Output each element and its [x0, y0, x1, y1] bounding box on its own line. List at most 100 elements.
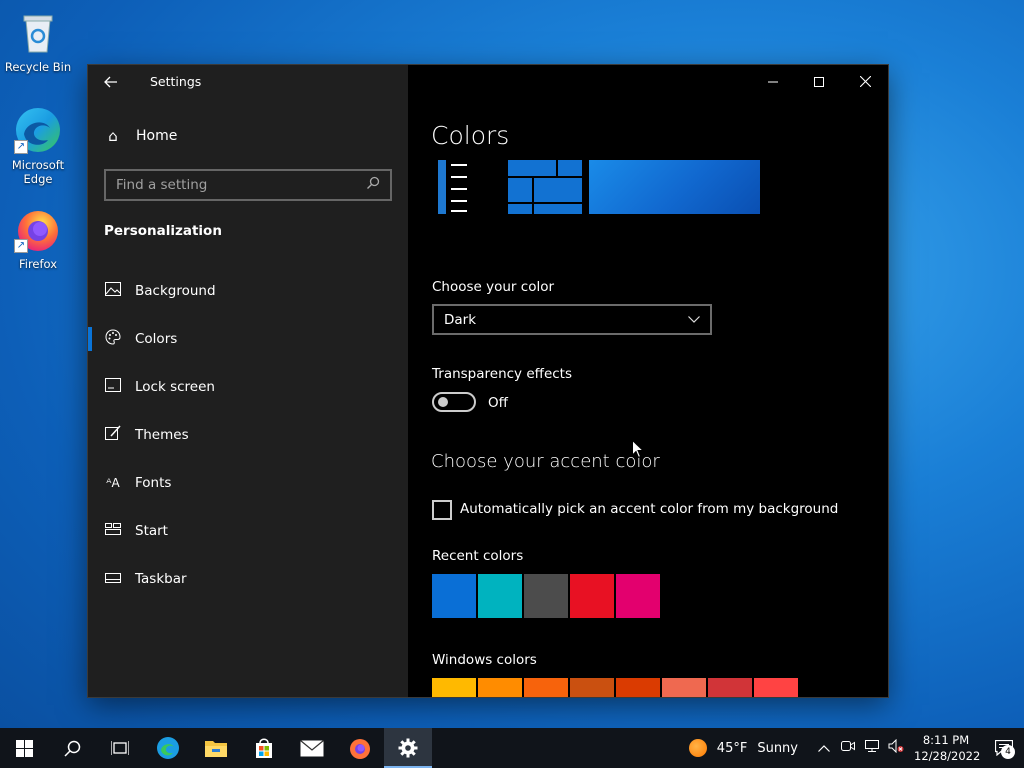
desktop-icon-recycle-bin[interactable]: Recycle Bin [0, 8, 76, 74]
auto-pick-checkbox[interactable] [432, 500, 452, 520]
taskbar: 45°F Sunny 8:11 PM 12/28/2022 4 [0, 728, 1024, 768]
transparency-toggle[interactable] [432, 392, 476, 412]
recent-color-swatch[interactable] [432, 574, 476, 618]
search-icon[interactable] [366, 176, 380, 194]
home-icon: ⌂ [108, 127, 118, 145]
sidebar-item-label: Themes [135, 427, 189, 443]
mail-icon[interactable] [288, 728, 336, 768]
file-explorer-icon[interactable] [192, 728, 240, 768]
search-input[interactable] [116, 177, 366, 193]
desktop-icon-label: Firefox [18, 257, 58, 271]
lock-screen-icon [104, 378, 122, 396]
windows-color-swatch[interactable] [432, 678, 476, 697]
fonts-icon: ᴬA [106, 476, 120, 490]
preview-tiles [508, 160, 583, 214]
sidebar-item-label: Lock screen [135, 379, 215, 395]
themes-icon [104, 425, 122, 445]
auto-pick-label: Automatically pick an accent color from … [460, 501, 839, 517]
sidebar-item-background[interactable]: Background [88, 267, 408, 315]
weather-widget[interactable]: 45°F Sunny [688, 739, 798, 757]
transparency-label: Transparency effects [432, 366, 572, 382]
back-arrow-icon[interactable] [96, 69, 126, 95]
recent-color-swatch[interactable] [478, 574, 522, 618]
toggle-knob [438, 397, 448, 407]
weather-temp: 45°F [716, 740, 748, 756]
action-center-button[interactable]: 4 [984, 728, 1024, 768]
microsoft-store-icon[interactable] [240, 728, 288, 768]
weather-condition: Sunny [757, 740, 798, 756]
chevron-down-icon [688, 312, 700, 327]
firefox-icon: ↗ [14, 205, 62, 253]
recycle-bin-icon [14, 8, 62, 56]
sidebar-item-taskbar[interactable]: Taskbar [88, 555, 408, 603]
choose-color-label: Choose your color [432, 279, 555, 295]
desktop-icon-label: Recycle Bin [4, 60, 72, 74]
taskbar-icon [104, 571, 122, 587]
recent-colors-swatches [432, 574, 660, 618]
search-taskbar-icon[interactable] [48, 728, 96, 768]
network-icon[interactable] [860, 740, 884, 756]
page-title: Colors [431, 121, 510, 150]
windows-color-swatch[interactable] [616, 678, 660, 697]
personalization-nav: Background Colors Lock screen Themes ᴬA … [88, 267, 408, 603]
recent-colors-label: Recent colors [432, 548, 524, 564]
sidebar-item-colors[interactable]: Colors [88, 315, 408, 363]
chevron-up-icon[interactable] [812, 741, 836, 756]
sidebar-item-label: Start [135, 523, 168, 539]
windows-color-swatch[interactable] [524, 678, 568, 697]
settings-taskbar-icon[interactable] [384, 728, 432, 768]
sidebar-item-lock-screen[interactable]: Lock screen [88, 363, 408, 411]
window-title: Settings [150, 74, 202, 89]
personalization-heading: Personalization [104, 223, 222, 239]
windows-colors-label: Windows colors [432, 652, 537, 668]
windows-color-swatch[interactable] [478, 678, 522, 697]
recent-color-swatch[interactable] [616, 574, 660, 618]
clock-date: 12/28/2022 [914, 749, 981, 763]
shortcut-arrow-icon: ↗ [14, 140, 28, 154]
settings-window: ⌂ Home Personalization Background Colors [88, 65, 888, 697]
recent-color-swatch[interactable] [570, 574, 614, 618]
volume-muted-icon[interactable] [884, 738, 908, 757]
shortcut-arrow-icon: ↗ [14, 239, 28, 253]
edge-icon: ↗ [14, 106, 62, 154]
settings-sidebar: ⌂ Home Personalization Background Colors [88, 65, 408, 697]
sidebar-item-label: Taskbar [135, 571, 187, 587]
choose-color-value: Dark [444, 311, 477, 328]
windows-colors-swatches [432, 678, 798, 697]
system-tray: 45°F Sunny 8:11 PM 12/28/2022 4 [688, 728, 1024, 768]
transparency-state: Off [488, 395, 508, 411]
windows-color-swatch[interactable] [570, 678, 614, 697]
sidebar-item-label: Fonts [135, 475, 172, 491]
sidebar-item-label: Colors [135, 331, 178, 347]
windows-color-swatch[interactable] [662, 678, 706, 697]
firefox-taskbar-icon[interactable] [336, 728, 384, 768]
windows-color-swatch[interactable] [708, 678, 752, 697]
sidebar-item-label: Background [135, 283, 216, 299]
accent-color-heading: Choose your accent color [431, 451, 660, 472]
find-setting-search[interactable] [104, 169, 392, 201]
desktop-icon-firefox[interactable]: ↗ Firefox [0, 205, 76, 271]
recent-color-swatch[interactable] [524, 574, 568, 618]
notification-count-badge: 4 [1001, 745, 1015, 759]
edge-taskbar-icon[interactable] [144, 728, 192, 768]
palette-icon [104, 329, 122, 349]
preview-wallpaper [589, 160, 760, 214]
sun-icon [688, 739, 707, 757]
sidebar-item-start[interactable]: Start [88, 507, 408, 555]
sidebar-item-fonts[interactable]: ᴬA Fonts [88, 459, 408, 507]
meet-now-icon[interactable] [836, 740, 860, 756]
start-button[interactable] [0, 728, 48, 768]
home-label: Home [136, 128, 178, 144]
picture-icon [104, 282, 122, 300]
windows-color-swatch[interactable] [754, 678, 798, 697]
home-nav-item[interactable]: ⌂ Home [104, 127, 177, 145]
clock-time: 8:11 PM [922, 733, 970, 747]
task-view-icon[interactable] [96, 728, 144, 768]
clock[interactable]: 8:11 PM 12/28/2022 [914, 732, 981, 764]
colors-page: Colors Choose your color Dark Transparen… [408, 65, 888, 697]
color-preview [438, 160, 768, 214]
desktop-icon-edge[interactable]: ↗ Microsoft Edge [0, 106, 76, 186]
choose-color-dropdown[interactable]: Dark [432, 304, 712, 335]
start-icon [104, 523, 122, 539]
sidebar-item-themes[interactable]: Themes [88, 411, 408, 459]
